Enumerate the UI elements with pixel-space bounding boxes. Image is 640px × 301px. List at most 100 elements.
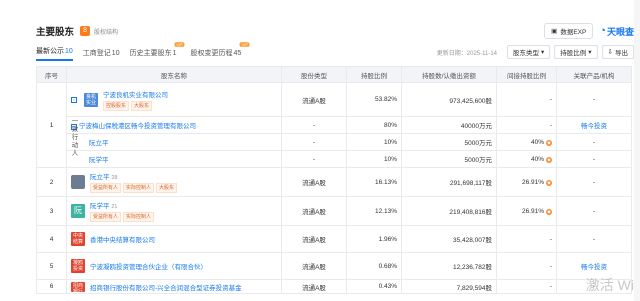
type-cell: 流通A股	[281, 167, 347, 197]
collapse-icon[interactable]: -	[71, 96, 77, 103]
ratio-cell: 1.96%	[346, 225, 402, 253]
brand-icon: ◔	[599, 25, 606, 37]
shareholder-name[interactable]: 阮立平	[89, 140, 109, 147]
shares-cell: 5000万元	[401, 150, 497, 168]
export-icon: ▣	[551, 28, 558, 35]
tag-major: 大股东	[131, 100, 153, 111]
seq-cell: 4	[36, 225, 67, 253]
tab-registration[interactable]: 工商登记10	[83, 48, 120, 61]
brand-name: 天眼查	[606, 26, 634, 37]
shareholder-name[interactable]: 阮立平	[90, 174, 110, 181]
header-ratio[interactable]: 持股比例	[346, 66, 402, 83]
relation-count[interactable]: 28	[111, 175, 117, 181]
indirect-cell: -	[496, 116, 557, 134]
tab-latest[interactable]: 最新公示10	[36, 46, 73, 61]
group-label: 一致行动人	[71, 118, 79, 157]
ratio-cell: 10%	[346, 150, 402, 168]
data-export-button[interactable]: ▣ 数据EXP	[544, 23, 594, 39]
chevron-down-icon: ▾	[541, 49, 545, 56]
shareholder-name[interactable]: 阮学平	[90, 203, 110, 210]
seq-cell: 6	[36, 279, 67, 294]
ratio-cell: 12.13%	[346, 196, 402, 226]
table-row: 3 阮 阮学平 21 受益所有人 实际控制人 流通A股 12.13% 219,40…	[36, 196, 632, 226]
indirect-value: 40%	[530, 138, 544, 146]
download-icon: ⇩	[607, 49, 613, 56]
company-logo: 凝鸥投资	[71, 259, 85, 273]
related-link[interactable]: 畅今投资	[556, 116, 632, 134]
scrollbar[interactable]	[634, 0, 640, 301]
type-cell: -	[281, 150, 347, 168]
detail-dot-icon[interactable]: ◆	[546, 139, 552, 146]
holding-ratio-select[interactable]: 持股比例 ▾	[554, 45, 598, 59]
shareholder-type-select[interactable]: 股东类型 ▾	[507, 45, 551, 59]
tag-major: 大股东	[156, 183, 178, 193]
indirect-value: 26.91%	[521, 178, 544, 186]
table-row: 4 中央结算 香港中央结算有限公司 流通A股 1.96% 35,428,007股…	[36, 225, 632, 253]
update-date: 更新日期：2025-11-14	[436, 50, 498, 57]
table-row: - 宁波梅山保税港区畅今投资管理有限公司 - 80% 40000万元 - 畅今投资	[37, 116, 632, 134]
ratio-cell: 80%	[346, 116, 402, 134]
table-row: 阮立平 - 10% 5000万元 40% ◆ -	[37, 133, 632, 151]
shares-cell: 35,428,007股	[401, 225, 497, 253]
shareholders-panel: 主要股东 8 股权结构 ▣ 数据EXP ◔ 天眼查 最新公示10 工商登记10 …	[0, 0, 640, 301]
company-logo: 中央结算	[71, 232, 85, 246]
detail-dot-icon[interactable]: ◆	[546, 208, 552, 215]
ratio-cell: 10%	[346, 133, 402, 151]
header-shares[interactable]: 持股数/认缴出资额	[401, 66, 497, 83]
header-type: 股份类型	[281, 66, 347, 83]
tab-changes[interactable]: 股权变更历程45 VIP	[191, 42, 250, 61]
brand-logo: ◔ 天眼查	[599, 25, 634, 38]
vip-badge: VIP	[239, 42, 250, 47]
indirect-value: 40%	[530, 155, 544, 163]
tag-beneficiary: 受益所有人	[90, 183, 122, 193]
type-cell: 流通A股	[281, 196, 347, 226]
shareholders-table: 序号 股东名称 股份类型 持股比例 持股数/认缴出资额 间接持股比例 关联产品/…	[36, 66, 632, 295]
relation-count[interactable]: 21	[111, 204, 117, 210]
table-row: 2 阮立平 28 受益所有人 实际控制人 大股东 流通A股 16.13% 291,6…	[36, 167, 632, 197]
export-button[interactable]: ⇩ 导出	[601, 45, 634, 59]
shareholder-name[interactable]: 宁波良机实业有限公司	[103, 89, 168, 99]
tab-bar: 最新公示10 工商登记10 历史主要股东1 VIP 股权变更历程45 VIP	[36, 42, 251, 61]
vip-badge: VIP	[174, 42, 185, 47]
indirect-cell: -	[496, 225, 557, 253]
shareholder-name[interactable]: 香港中央结算有限公司	[90, 234, 155, 244]
shareholder-name[interactable]: 宁波凝鸥投资管理合伙企业（有限合伙）	[90, 261, 207, 271]
table-row: 阮学平 - 10% 5000万元 40% ◆ -	[37, 150, 632, 168]
tag-controller: 实际控制人	[123, 183, 155, 193]
shares-cell: 219,408,816股	[401, 196, 497, 226]
indirect-value: 26.91%	[521, 207, 544, 215]
tab-history[interactable]: 历史主要股东1 VIP	[130, 42, 185, 61]
related-cell: -	[556, 225, 632, 253]
shareholder-name[interactable]: 阮学平	[89, 157, 109, 164]
person-avatar: 阮	[71, 204, 85, 218]
shareholder-name[interactable]: 宁波梅山保税港区畅今投资管理有限公司	[79, 123, 196, 130]
tag-controller: 实际控制人	[123, 212, 155, 222]
related-cell: -	[556, 167, 632, 197]
data-export-label: 数据EXP	[560, 29, 587, 36]
ratio-cell: 16.13%	[346, 167, 402, 197]
header-name: 股东名称	[66, 66, 282, 83]
header-related: 关联产品/机构	[556, 66, 632, 83]
related-cell: -	[556, 82, 632, 117]
seq-cell: 1	[36, 82, 67, 168]
header-seq: 序号	[36, 66, 67, 83]
related-cell: -	[556, 150, 632, 168]
equity-structure-link[interactable]: 股权结构	[94, 27, 118, 36]
detail-dot-icon[interactable]: ◆	[546, 156, 552, 163]
chevron-down-icon: ▾	[588, 49, 592, 56]
warning-count-icon[interactable]: 8	[80, 26, 91, 36]
seq-cell: 5	[36, 252, 67, 280]
shares-cell: 291,698,117股	[401, 167, 497, 197]
detail-dot-icon[interactable]: ◆	[546, 179, 552, 186]
type-cell: 流通A股	[281, 279, 347, 294]
left-gutter	[0, 0, 34, 301]
tag-controlling: 控股股东	[103, 100, 130, 111]
shares-cell: 12,236,782股	[401, 252, 497, 280]
seq-cell: 3	[36, 196, 67, 226]
seq-cell: 2	[36, 167, 67, 197]
indirect-cell: -	[496, 82, 557, 117]
shareholder-name[interactable]: 招商银行股份有限公司-兴全合润混合型证券投资基金	[90, 282, 242, 292]
table-header-row: 序号 股东名称 股份类型 持股比例 持股数/认缴出资额 间接持股比例 关联产品/…	[36, 66, 632, 83]
table-row: 5 凝鸥投资 宁波凝鸥投资管理合伙企业（有限合伙） 流通A股 0.68% 12,…	[36, 252, 632, 280]
tag-beneficiary: 受益所有人	[90, 212, 122, 222]
